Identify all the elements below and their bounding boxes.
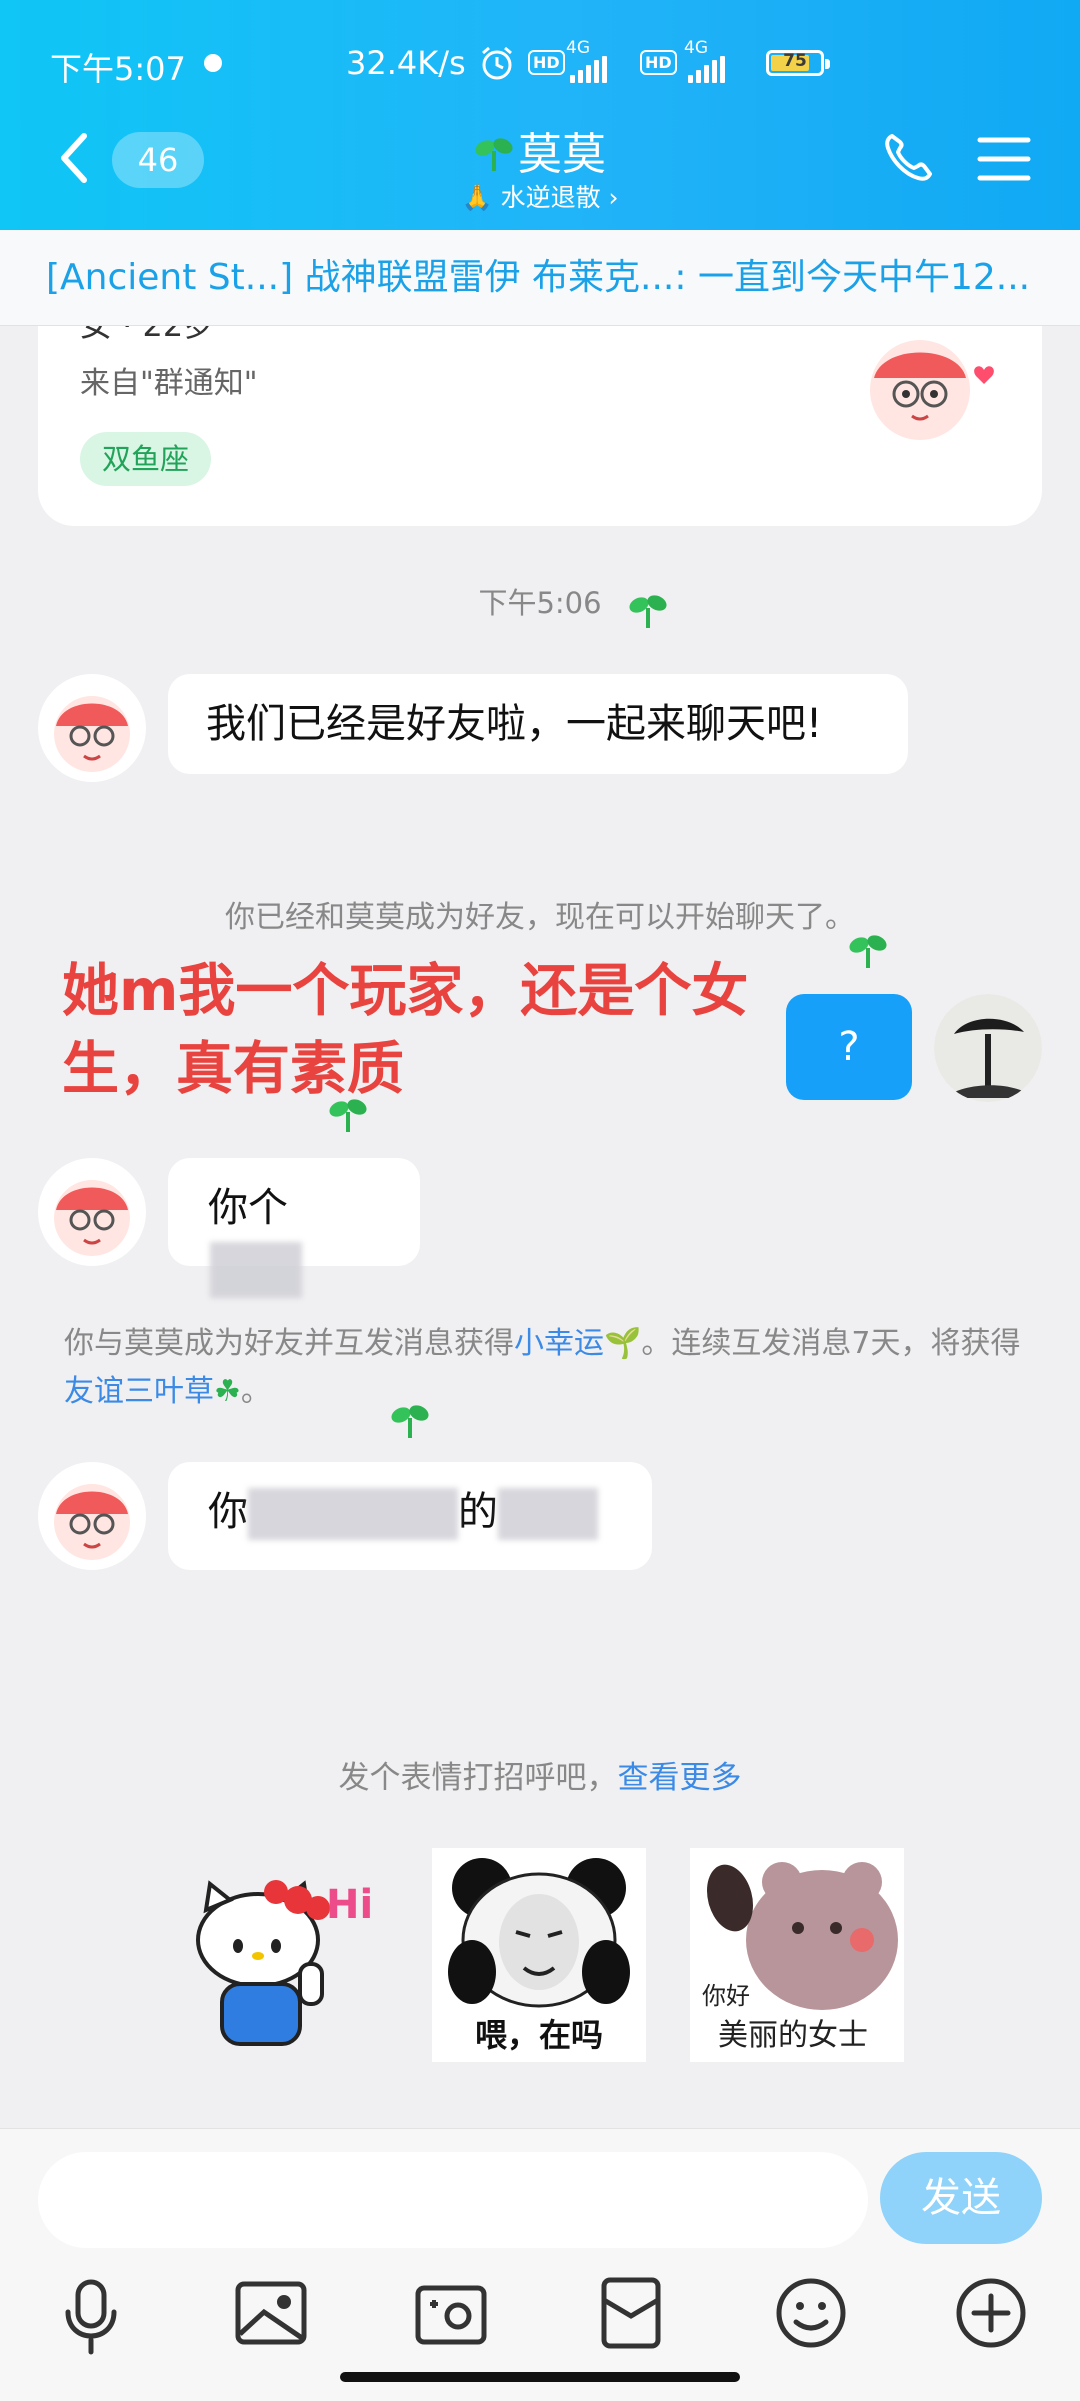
microphone-icon[interactable] xyxy=(46,2268,136,2358)
lucky-link[interactable]: 小幸运 xyxy=(514,1326,604,1361)
network-speed: 32.4K/s xyxy=(346,44,466,82)
contact-name: 莫莫 xyxy=(518,129,606,180)
sprout-icon xyxy=(849,935,887,968)
friendship-clover-link[interactable]: 友谊三叶草 xyxy=(64,1374,214,1409)
redacted-blur xyxy=(210,1242,302,1298)
annotation-text: 她m我一个玩家，还是个女生，真有素质 xyxy=(62,958,749,1102)
redacted-blur xyxy=(248,1488,458,1540)
profile-tag: 双鱼座 xyxy=(80,432,212,486)
hello-kitty-icon: Hi xyxy=(196,1880,373,2046)
clover-icon: ☘ xyxy=(214,1374,241,1409)
sticker-bear-small-caption: 你好 xyxy=(702,1982,750,2010)
camera-icon[interactable] xyxy=(406,2268,496,2358)
sticker-hint-text: 发个表情打招呼吧， xyxy=(338,1760,618,1796)
sprout-icon: 🌱 xyxy=(604,1326,642,1361)
sprout-icon xyxy=(475,138,513,171)
signal-icon-2 xyxy=(688,56,728,87)
sticker-bear-caption: 美丽的女士 xyxy=(718,2018,868,2053)
redacted-blur xyxy=(498,1488,598,1540)
hd-badge-1: HD xyxy=(528,50,565,75)
chat-message-text: 你个 xyxy=(208,1185,288,1231)
phone-call-icon[interactable] xyxy=(880,130,936,186)
emoji-icon[interactable] xyxy=(766,2268,856,2358)
sim1-network: 4G xyxy=(566,38,590,58)
message-input[interactable] xyxy=(38,2152,868,2248)
sticker-panda-caption: 喂，在吗 xyxy=(474,2016,603,2054)
home-indicator[interactable] xyxy=(340,2372,740,2382)
sticker-hello-kitty[interactable]: Hi xyxy=(176,1848,390,2062)
alarm-icon xyxy=(482,46,512,80)
red-packet-icon[interactable] xyxy=(586,2268,676,2358)
profile-avatar-sticker xyxy=(870,340,994,440)
chat-header: 下午5:07 32.4K/s HD 4G HD 4G 75 46 莫莫 🙏 水逆… xyxy=(0,0,1080,230)
sticker-hint: 发个表情打招呼吧，查看更多 xyxy=(0,1752,1080,1797)
chat-message-text-b: 的 xyxy=(458,1489,498,1535)
chat-message[interactable]: 你个 xyxy=(168,1158,420,1298)
notification-dot-icon xyxy=(204,54,222,72)
contact-avatar[interactable] xyxy=(38,674,146,782)
menu-icon[interactable] xyxy=(976,134,1032,184)
sprout-icon xyxy=(329,1099,367,1132)
system-friend-notice: 你已经和莫莫成为好友，现在可以开始聊天了。 xyxy=(225,900,855,935)
system-luck-notice: 你与莫莫成为好友并互发消息获得小幸运🌱。连续互发消息7天，将获得友谊三叶草☘。 xyxy=(64,1320,1024,1416)
sim2-network: 4G xyxy=(684,38,708,58)
my-chat-message[interactable]: ? xyxy=(786,994,912,1100)
message-timestamp: 下午5:06 xyxy=(478,586,602,620)
contact-status-text: 水逆退散 › xyxy=(500,183,619,212)
image-icon[interactable] xyxy=(226,2268,316,2358)
signal-icon-1 xyxy=(570,56,610,87)
sticker-hi-text: Hi xyxy=(326,1882,373,1928)
chat-message[interactable]: 我们已经是好友啦，一起来聊天吧! xyxy=(168,674,908,774)
see-more-link[interactable]: 查看更多 xyxy=(618,1760,742,1796)
hd-badge-2: HD xyxy=(640,50,677,75)
my-avatar[interactable] xyxy=(934,994,1042,1102)
luck-text-2: 。连续互发消息7天，将获得 xyxy=(641,1326,1021,1361)
send-button[interactable]: 发送 xyxy=(880,2152,1042,2244)
group-announcement-bar[interactable]: [Ancient St...] 战神联盟雷伊 布莱克...: 一直到今天中午12… xyxy=(0,230,1080,326)
chat-message[interactable]: 你的 xyxy=(168,1462,652,1570)
battery-level: 75 xyxy=(783,51,807,71)
profile-source: 来自"群通知" xyxy=(80,366,258,401)
plus-icon[interactable] xyxy=(946,2268,1036,2358)
luck-text-1: 你与莫莫成为好友并互发消息获得 xyxy=(64,1326,514,1361)
chat-message-text-a: 你 xyxy=(208,1489,248,1535)
status-time: 下午5:07 xyxy=(50,50,186,88)
contact-avatar[interactable] xyxy=(38,1158,146,1266)
pray-hands-icon: 🙏 xyxy=(461,183,493,212)
sticker-bear[interactable]: 你好 美丽的女士 xyxy=(690,1848,904,2062)
sticker-panda-meme[interactable]: 喂，在吗 xyxy=(432,1848,646,2062)
sprout-icon xyxy=(391,1405,429,1438)
battery-icon: 75 xyxy=(766,50,830,76)
sprout-icon xyxy=(629,595,667,628)
contact-avatar[interactable] xyxy=(38,1462,146,1570)
luck-text-3: 。 xyxy=(240,1374,271,1409)
